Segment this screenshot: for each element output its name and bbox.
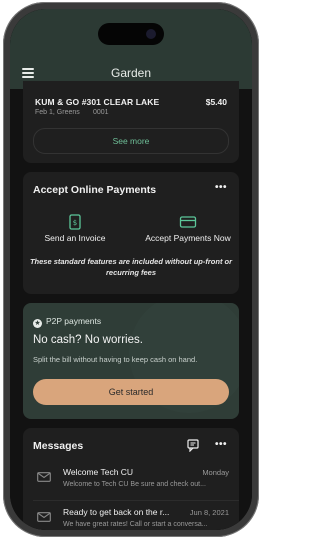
messages-title: Messages [33,440,84,452]
page-title: Garden [110,66,152,80]
p2p-label-text: P2P payments [46,316,102,326]
payments-note: These standard features are included wit… [29,257,233,277]
dynamic-island [98,23,164,45]
transactions-card: KUM & GO #301 CLEAR LAKE $5.40 Feb 1, Gr… [23,81,239,163]
p2p-headline: No cash? No worries. [33,334,143,346]
messages-more-icon[interactable]: ••• [215,439,227,450]
phone-screen-bezel: Garden KUM & GO #301 CLEAR LAKE $5.40 Fe… [10,9,252,530]
accept-payments-now-button[interactable]: Accept Payments Now [133,214,243,243]
message-item[interactable]: Ready to get back on the r... Jun 8, 202… [23,506,239,530]
p2p-label: ★ P2P payments [33,316,101,328]
transaction-amount: $5.40 [205,97,227,107]
messages-card: Messages ••• Welcome Tech CU Monday Welc… [23,428,239,530]
message-date: Jun 8, 2021 [189,508,229,517]
svg-text:$: $ [73,219,77,227]
message-item[interactable]: Welcome Tech CU Monday Welcome to Tech C… [23,466,239,500]
invoice-icon: $ [69,214,81,230]
compose-message-icon[interactable] [187,439,201,452]
app-screen: Garden KUM & GO #301 CLEAR LAKE $5.40 Fe… [10,9,252,530]
see-more-button[interactable]: See more [33,128,229,154]
p2p-promo-card: ★ P2P payments No cash? No worries. Split… [23,303,239,419]
accept-payments-now-label: Accept Payments Now [145,233,231,243]
accept-payments-card: Accept Online Payments ••• $ Send an Inv… [23,172,239,294]
message-preview: We have great rates! Call or start a con… [63,521,208,528]
card-icon [179,216,197,228]
message-title: Welcome Tech CU [63,467,134,477]
star-badge-icon: ★ [33,319,42,328]
transaction-subtitle: Feb 1, Greens [35,109,80,116]
send-invoice-button[interactable]: $ Send an Invoice [35,214,115,243]
transaction-merchant[interactable]: KUM & GO #301 CLEAR LAKE [35,97,159,107]
transaction-number: 0001 [93,109,109,116]
status-bar [10,9,252,57]
phone-frame: Garden KUM & GO #301 CLEAR LAKE $5.40 Fe… [3,2,259,537]
message-date: Monday [202,468,229,477]
camera-icon [146,29,156,39]
p2p-body: Split the bill without having to keep ca… [33,355,198,364]
mail-icon [37,472,51,482]
send-invoice-label: Send an Invoice [44,233,106,243]
message-divider [33,500,239,501]
message-title: Ready to get back on the r... [63,507,170,517]
message-preview: Welcome to Tech CU Be sure and check out… [63,481,206,488]
get-started-button[interactable]: Get started [33,379,229,405]
payments-more-icon[interactable]: ••• [215,182,227,193]
payments-card-title: Accept Online Payments [33,184,157,196]
mail-icon [37,512,51,522]
